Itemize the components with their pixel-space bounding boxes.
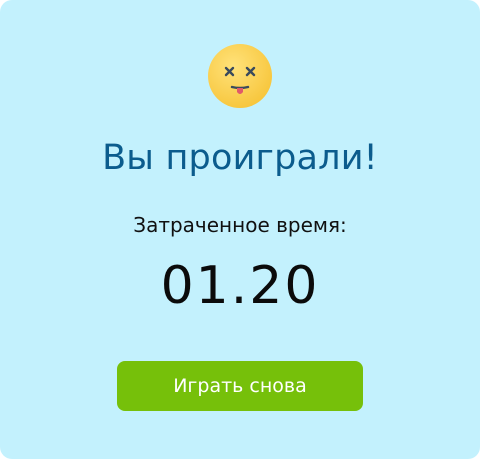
- time-label: Затраченное время:: [133, 213, 347, 237]
- result-title: Вы проиграли!: [102, 138, 378, 178]
- game-over-card: Вы проиграли! Затраченное время: 01.20 И…: [0, 0, 480, 459]
- elapsed-time-value: 01.20: [160, 256, 320, 316]
- play-again-button[interactable]: Играть снова: [117, 361, 363, 411]
- dizzy-face-icon: [207, 43, 273, 109]
